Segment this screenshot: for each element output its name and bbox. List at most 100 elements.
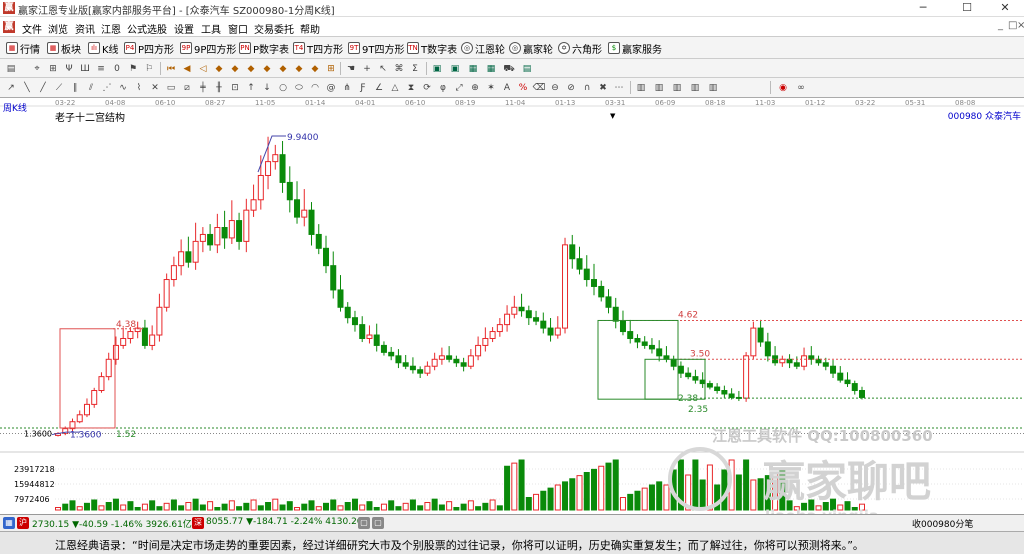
toolbar-p-table-button[interactable]: PN P数字表 — [239, 41, 289, 56]
circle-tool-icon[interactable]: ○ — [276, 81, 290, 95]
grid2-icon[interactable]: ⊞ — [324, 62, 338, 76]
fork-icon[interactable]: Ψ — [62, 62, 76, 76]
period-tool-icon[interactable]: ▥ — [634, 81, 648, 95]
time-tool-icon[interactable]: ⧗ — [404, 81, 418, 95]
zoom-tool-icon[interactable]: ▥ — [688, 81, 702, 95]
color-tool-icon[interactable]: ▥ — [706, 81, 720, 95]
sigma-icon[interactable]: Σ — [408, 62, 422, 76]
maximize-button[interactable]: ☐ — [947, 0, 987, 17]
play-back-icon[interactable]: ◀ — [180, 62, 194, 76]
gann-fan-tool-icon[interactable]: ⋔ — [340, 81, 354, 95]
diamond7-icon[interactable]: ◆ — [308, 62, 322, 76]
arrow-tool-icon[interactable]: ↗ — [4, 81, 18, 95]
menu-window[interactable]: 窗口 — [228, 21, 248, 36]
triangle-tool-icon[interactable]: △ — [388, 81, 402, 95]
hide-tool-icon[interactable]: ⊘ — [564, 81, 578, 95]
toolbar-t-table-button[interactable]: TN T数字表 — [407, 41, 457, 56]
table-icon[interactable]: ▦ — [466, 62, 480, 76]
pointer-icon[interactable]: ⌖ — [30, 62, 44, 76]
car-icon[interactable]: ⛟ — [502, 62, 516, 76]
diag-tool-icon[interactable]: ⧄ — [180, 81, 194, 95]
menu-help[interactable]: 帮助 — [300, 21, 320, 36]
mdi-close-button[interactable]: × — [1017, 20, 1024, 31]
kline-chart[interactable]: 9.9400 1.3600 1.3600 4.38 1.52 4.62 3.50 2.382.… — [0, 98, 1024, 514]
up-arrow-tool-icon[interactable]: ↑ — [244, 81, 258, 95]
menu-gann[interactable]: 江恩 — [101, 21, 121, 36]
channel-tool-icon[interactable]: ⫽ — [84, 81, 98, 95]
flag2-icon[interactable]: ⚐ — [142, 62, 156, 76]
record-icon[interactable]: ◉ — [776, 81, 790, 95]
split-icon[interactable]: Ш — [78, 62, 92, 76]
wave-tool-icon[interactable]: ∿ — [116, 81, 130, 95]
calendar-icon[interactable]: ▤ — [4, 62, 18, 76]
ray-tool-icon[interactable]: ⟋ — [52, 81, 66, 95]
grid-icon[interactable]: ⊞ — [46, 62, 60, 76]
menu-news[interactable]: 资讯 — [75, 21, 95, 36]
menu-settings[interactable]: 设置 — [174, 21, 194, 36]
cross-tool-icon[interactable]: ✕ — [148, 81, 162, 95]
grid-status-icon[interactable]: ▦ — [3, 517, 15, 529]
menu-formula[interactable]: 公式选股 — [127, 21, 167, 36]
menu-tools[interactable]: 工具 — [201, 21, 221, 36]
diamond2-icon[interactable]: ◆ — [228, 62, 242, 76]
chart-icon[interactable]: ▦ — [484, 62, 498, 76]
shanghai-index[interactable]: 2730.15 ▼-40.59 -1.46% 3926.61亿 — [32, 517, 192, 530]
menu-trade[interactable]: 交易委托 — [254, 21, 294, 36]
target-tool-icon[interactable]: ⊕ — [468, 81, 482, 95]
infinity-icon[interactable]: ∞ — [794, 81, 808, 95]
layout-tool-icon[interactable]: ▥ — [670, 81, 684, 95]
minimize-button[interactable]: ─ — [903, 0, 943, 17]
speed-tool-icon[interactable]: ⤢ — [452, 81, 466, 95]
shenzhen-index[interactable]: 8055.77 ▼-184.71 -2.24% 4130.26 — [206, 517, 363, 527]
diamond3-icon[interactable]: ◆ — [244, 62, 258, 76]
kline-chart-panel[interactable]: 9.9400 1.3600 1.3600 4.38 1.52 4.62 3.50 2.38 2.… — [0, 98, 1024, 514]
line-tool-icon[interactable]: ╲ — [20, 81, 34, 95]
toolbar-p-square-button[interactable]: P4 P四方形 — [124, 41, 174, 56]
magnet-tool-icon[interactable]: ∩ — [580, 81, 594, 95]
lock-tool-icon[interactable]: ⊖ — [548, 81, 562, 95]
text-tool-icon[interactable]: A — [500, 81, 514, 95]
indicator-tool-icon[interactable]: ▥ — [652, 81, 666, 95]
label-icon[interactable]: ⌘ — [392, 62, 406, 76]
fib-tool-icon[interactable]: Ƒ — [356, 81, 370, 95]
toolbar-kline-button[interactable]: ılı K线 — [88, 41, 119, 56]
zigzag-tool-icon[interactable]: ⌇ — [132, 81, 146, 95]
tick-data-label[interactable]: 收000980分笔 — [912, 517, 973, 530]
dots-tool-icon[interactable]: ⋯ — [612, 81, 626, 95]
lines-icon[interactable]: ≡ — [94, 62, 108, 76]
zero-icon[interactable]: 0 — [110, 62, 124, 76]
diamond1-icon[interactable]: ◆ — [212, 62, 226, 76]
toolbar-9t-square-button[interactable]: 9T 9T四方形 — [348, 41, 404, 56]
indicator-name[interactable]: 老子十二宫结构 — [55, 109, 125, 124]
image-icon[interactable]: ▣ — [430, 62, 444, 76]
hand-icon[interactable]: ☚ — [344, 62, 358, 76]
percent-tool-icon[interactable]: % — [516, 81, 530, 95]
close-button[interactable]: ✕ — [985, 0, 1024, 17]
golden-tool-icon[interactable]: φ — [436, 81, 450, 95]
fan-tool-icon[interactable]: ⋰ — [100, 81, 114, 95]
eraser-tool-icon[interactable]: ⌫ — [532, 81, 546, 95]
rect-tool-icon[interactable]: ▭ — [164, 81, 178, 95]
toolbar-service-button[interactable]: $ 赢家服务 — [608, 41, 662, 56]
save-icon[interactable]: ▣ — [448, 62, 462, 76]
crosshair-icon[interactable]: + — [360, 62, 374, 76]
hline-tool-icon[interactable]: ╪ — [196, 81, 210, 95]
spiral-tool-icon[interactable]: @ — [324, 81, 338, 95]
toolbar-sector-button[interactable]: ▦ 板块 — [47, 41, 81, 56]
toolbar-9p-square-button[interactable]: 9P 9P四方形 — [180, 41, 236, 56]
status-tool-icon[interactable]: ▢ — [358, 517, 370, 529]
list-icon[interactable]: ▤ — [520, 62, 534, 76]
ellipse-tool-icon[interactable]: ⬭ — [292, 81, 306, 95]
toolbar-quote-button[interactable]: ▦ 行情 — [6, 41, 40, 56]
step-back-icon[interactable]: ◁ — [196, 62, 210, 76]
mdi-minimize-button[interactable]: _ — [998, 20, 1003, 31]
vline-tool-icon[interactable]: ╫ — [212, 81, 226, 95]
toolbar-t-square-button[interactable]: T4 T四方形 — [293, 41, 343, 56]
flag-icon[interactable]: ⚑ — [126, 62, 140, 76]
segment-tool-icon[interactable]: ╱ — [36, 81, 50, 95]
parallel-tool-icon[interactable]: ∥ — [68, 81, 82, 95]
angle-tool-icon[interactable]: ∠ — [372, 81, 386, 95]
menu-browse[interactable]: 浏览 — [48, 21, 68, 36]
toolbar-winner-wheel-button[interactable]: ◎ 赢家轮 — [509, 41, 553, 56]
diamond4-icon[interactable]: ◆ — [260, 62, 274, 76]
